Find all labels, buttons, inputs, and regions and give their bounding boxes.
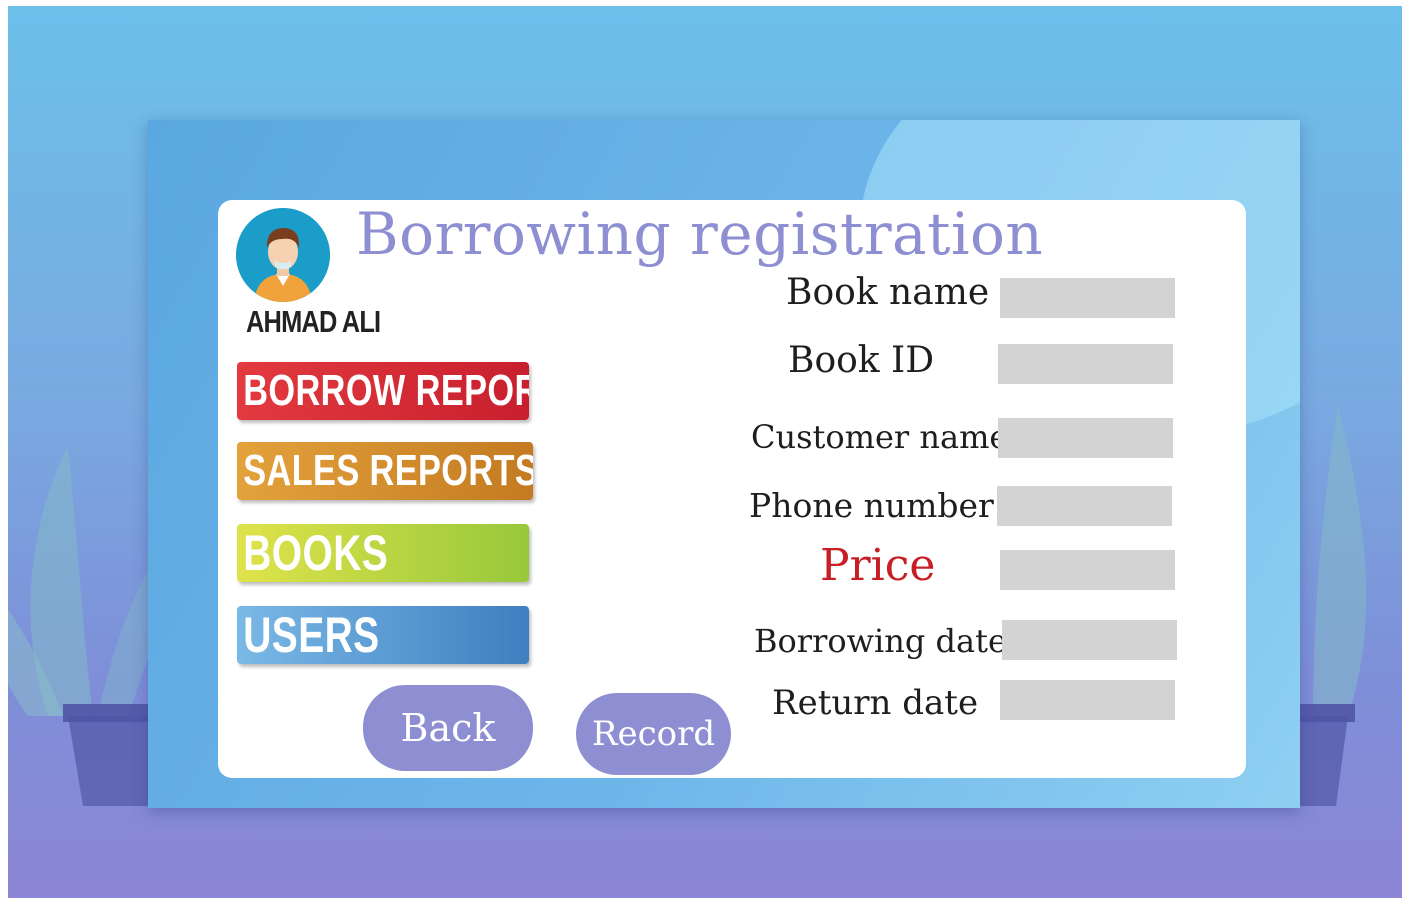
return-date-label: Return date	[772, 683, 979, 723]
books-button[interactable]: BOOKS	[237, 524, 529, 582]
record-button[interactable]: Record	[576, 693, 731, 775]
user-name: AHMAD ALI	[246, 304, 381, 339]
book-id-label: Book ID	[788, 340, 935, 381]
book-name-label: Book name	[786, 272, 990, 313]
price-label: Price	[820, 540, 936, 591]
borrowing-date-label: Borrowing date	[754, 622, 1007, 660]
user-avatar-icon	[236, 208, 330, 302]
sales-reports-button[interactable]: SALES REPORTS	[237, 442, 533, 500]
books-label: BOOKS	[243, 525, 389, 581]
customer-name-field[interactable]	[998, 418, 1173, 458]
return-date-field[interactable]	[1000, 680, 1175, 720]
page-title: Borrowing registration	[356, 200, 1044, 268]
phone-number-label: Phone number	[749, 486, 994, 525]
back-button[interactable]: Back	[363, 685, 533, 771]
users-label: USERS	[243, 607, 380, 663]
book-id-field[interactable]	[998, 344, 1173, 384]
price-field[interactable]	[1000, 550, 1175, 590]
phone-number-field[interactable]	[997, 486, 1172, 526]
borrow-reports-label: BORROW REPORTS	[243, 366, 529, 415]
customer-name-label: Customer name	[751, 418, 1009, 456]
users-button[interactable]: USERS	[237, 606, 529, 664]
book-name-field[interactable]	[1000, 278, 1175, 318]
sales-reports-label: SALES REPORTS	[243, 446, 533, 495]
borrow-reports-button[interactable]: BORROW REPORTS	[237, 362, 529, 420]
borrowing-date-field[interactable]	[1002, 620, 1177, 660]
